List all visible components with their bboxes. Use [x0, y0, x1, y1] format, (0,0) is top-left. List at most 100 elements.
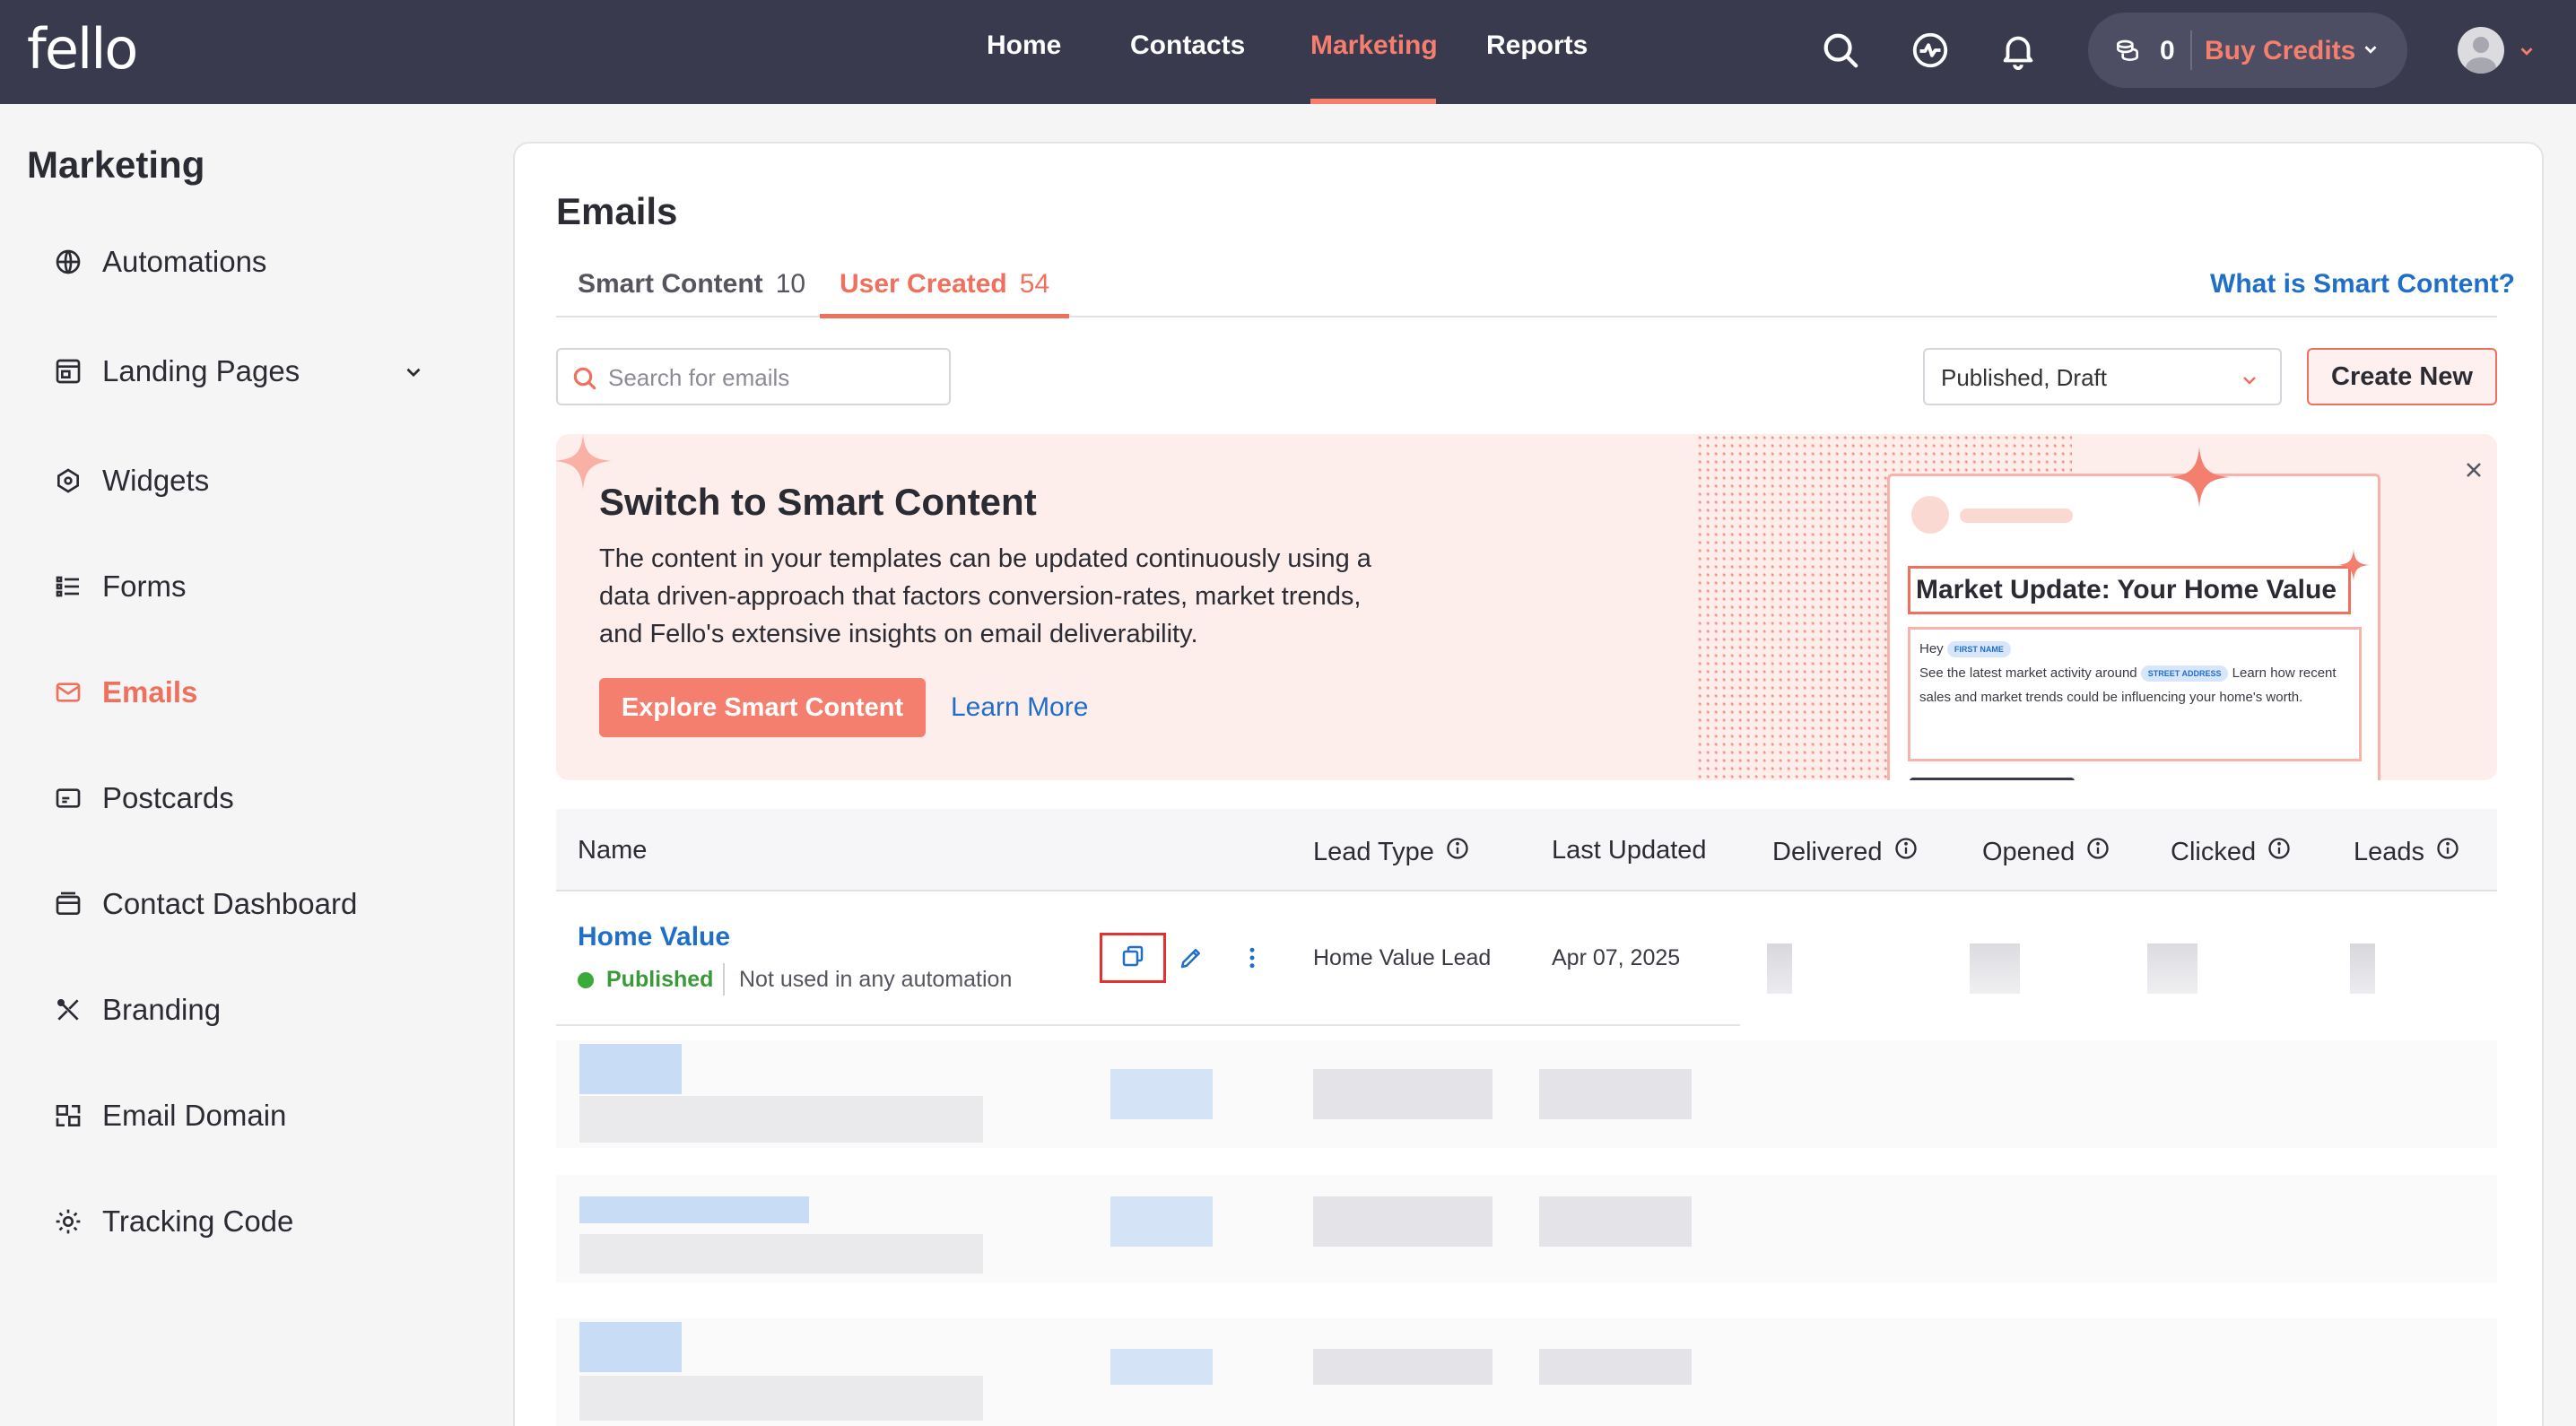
status-filter-select[interactable]: Published, Draft — [1923, 348, 2282, 405]
sidebar-item-emails[interactable]: Emails — [52, 665, 447, 719]
column-label: Clicked — [2171, 837, 2257, 866]
search-input[interactable] — [608, 361, 940, 395]
column-leads[interactable]: Leads — [2354, 836, 2460, 868]
user-avatar[interactable] — [2458, 27, 2504, 74]
sparkle-icon — [2169, 447, 2230, 508]
top-nav: fello Home Contacts Marketing Reports 0 … — [0, 0, 2576, 104]
explore-smart-content-button[interactable]: Explore Smart Content — [599, 678, 926, 737]
chevron-down-icon[interactable] — [2517, 41, 2537, 65]
sidebar-item-label: Email Domain — [102, 1099, 287, 1132]
duplicate-button[interactable] — [1100, 933, 1166, 983]
table-header: Name Lead Type Last Updated Delivered Op… — [556, 809, 2497, 891]
column-label: Delivered — [1772, 837, 1883, 866]
column-lead-type[interactable]: Lead Type — [1313, 836, 1470, 868]
preview-greeting: Hey — [1919, 641, 1944, 656]
column-opened[interactable]: Opened — [1982, 836, 2110, 868]
tab-count: 54 — [1019, 269, 1050, 299]
column-label: Last Updated — [1552, 836, 1707, 865]
chevron-down-icon[interactable] — [402, 361, 425, 388]
create-new-button[interactable]: Create New — [2307, 348, 2497, 405]
last-updated-cell: Apr 07, 2025 — [1552, 945, 1681, 970]
pencil-icon — [1178, 944, 1205, 976]
credits-menu[interactable]: 0 Buy Credits — [2088, 13, 2407, 88]
sidebar-item-email-domain[interactable]: Email Domain — [52, 1089, 447, 1143]
sidebar-item-forms[interactable]: Forms — [52, 560, 447, 613]
edit-button[interactable] — [1173, 942, 1209, 978]
tab-smart-content[interactable]: Smart Content 10 — [578, 269, 805, 300]
blurred-cell — [1313, 1196, 1493, 1247]
list-icon — [52, 570, 84, 603]
sidebar-item-tracking-code[interactable]: Tracking Code — [52, 1195, 447, 1248]
info-icon[interactable] — [1893, 836, 1919, 868]
nav-contacts[interactable]: Contacts — [1130, 30, 1245, 61]
search-field[interactable] — [556, 348, 951, 405]
preview-placeholder-bar — [1960, 509, 2073, 523]
banner-title: Switch to Smart Content — [599, 481, 1037, 523]
sidebar-item-widgets[interactable]: Widgets — [52, 454, 447, 508]
blurred-row-actions — [1110, 1196, 1213, 1247]
email-name-link[interactable]: Home Value — [578, 922, 730, 952]
preview-button — [1910, 778, 2075, 780]
sidebar-item-automations[interactable]: Automations — [52, 235, 447, 289]
column-last-updated[interactable]: Last Updated — [1552, 836, 1707, 865]
sidebar-item-label: Branding — [102, 993, 222, 1026]
lead-type-cell: Home Value Lead — [1313, 945, 1492, 970]
sidebar-item-contact-dashboard[interactable]: Contact Dashboard — [52, 877, 447, 931]
close-icon[interactable] — [2461, 457, 2486, 487]
search-icon — [570, 364, 599, 397]
smart-content-banner: Switch to Smart Content The content in y… — [556, 434, 2497, 780]
mail-icon — [52, 676, 84, 709]
banner-text: The content in your templates can be upd… — [599, 544, 1371, 648]
page-title: Emails — [556, 190, 678, 232]
sparkle-icon — [2337, 549, 2370, 581]
first-name-chip: FIRST NAME — [1946, 641, 2011, 658]
nav-reports[interactable]: Reports — [1486, 30, 1588, 61]
sidebar-item-branding[interactable]: Branding — [52, 983, 447, 1037]
column-label: Lead Type — [1313, 837, 1434, 866]
activity-icon[interactable] — [1907, 27, 1954, 74]
tab-active-indicator — [820, 314, 1069, 318]
preview-body-prefix: See the latest market activity around — [1919, 665, 2137, 681]
column-delivered[interactable]: Delivered — [1772, 836, 1919, 868]
sidebar-item-label: Forms — [102, 570, 187, 603]
bell-icon[interactable] — [1995, 27, 2041, 74]
status-filter-value: Published, Draft — [1941, 364, 2107, 391]
fello-logo[interactable]: fello — [27, 16, 138, 82]
chevron-down-icon — [2239, 370, 2260, 396]
sidebar-item-label: Automations — [102, 245, 267, 278]
buy-credits-label: Buy Credits — [2205, 36, 2356, 65]
column-clicked[interactable]: Clicked — [2171, 836, 2292, 868]
nav-active-indicator — [1310, 99, 1436, 104]
sidebar-item-postcards[interactable]: Postcards — [52, 771, 447, 825]
blurred-row-actions — [1110, 1349, 1213, 1385]
search-icon[interactable] — [1817, 27, 1864, 74]
blurred-cell — [1539, 1069, 1692, 1119]
globe-icon — [52, 246, 84, 278]
nav-marketing[interactable]: Marketing — [1310, 30, 1438, 61]
status-badge: Published — [606, 967, 714, 992]
what-is-smart-content-link[interactable]: What is Smart Content? — [2210, 269, 2515, 300]
dashboard-icon — [52, 888, 84, 920]
sidebar-item-label: Tracking Code — [102, 1204, 294, 1238]
blurred-row-title — [579, 1322, 682, 1372]
preview-avatar — [1911, 496, 1949, 534]
kebab-menu-icon — [1239, 944, 1266, 976]
credits-divider — [2190, 30, 2192, 70]
sidebar-item-landing-pages[interactable]: Landing Pages — [52, 344, 447, 398]
learn-more-link[interactable]: Learn More — [951, 692, 1088, 723]
tab-user-created[interactable]: User Created 54 — [840, 269, 1049, 300]
info-icon[interactable] — [2267, 836, 2292, 868]
blurred-metric — [2350, 943, 2375, 994]
info-icon[interactable] — [2435, 836, 2460, 868]
blurred-cell — [1313, 1349, 1493, 1385]
sidebar-item-label: Widgets — [102, 464, 210, 497]
nav-home[interactable]: Home — [987, 30, 1061, 61]
blurred-cell — [1539, 1349, 1692, 1385]
info-icon[interactable] — [1445, 836, 1470, 868]
column-name[interactable]: Name — [578, 836, 647, 865]
more-options-button[interactable] — [1234, 942, 1270, 978]
preview-headline: Market Update: Your Home Value — [1908, 566, 2351, 614]
info-icon[interactable] — [2085, 836, 2110, 868]
branding-icon — [52, 994, 84, 1026]
domain-icon — [52, 1100, 84, 1132]
